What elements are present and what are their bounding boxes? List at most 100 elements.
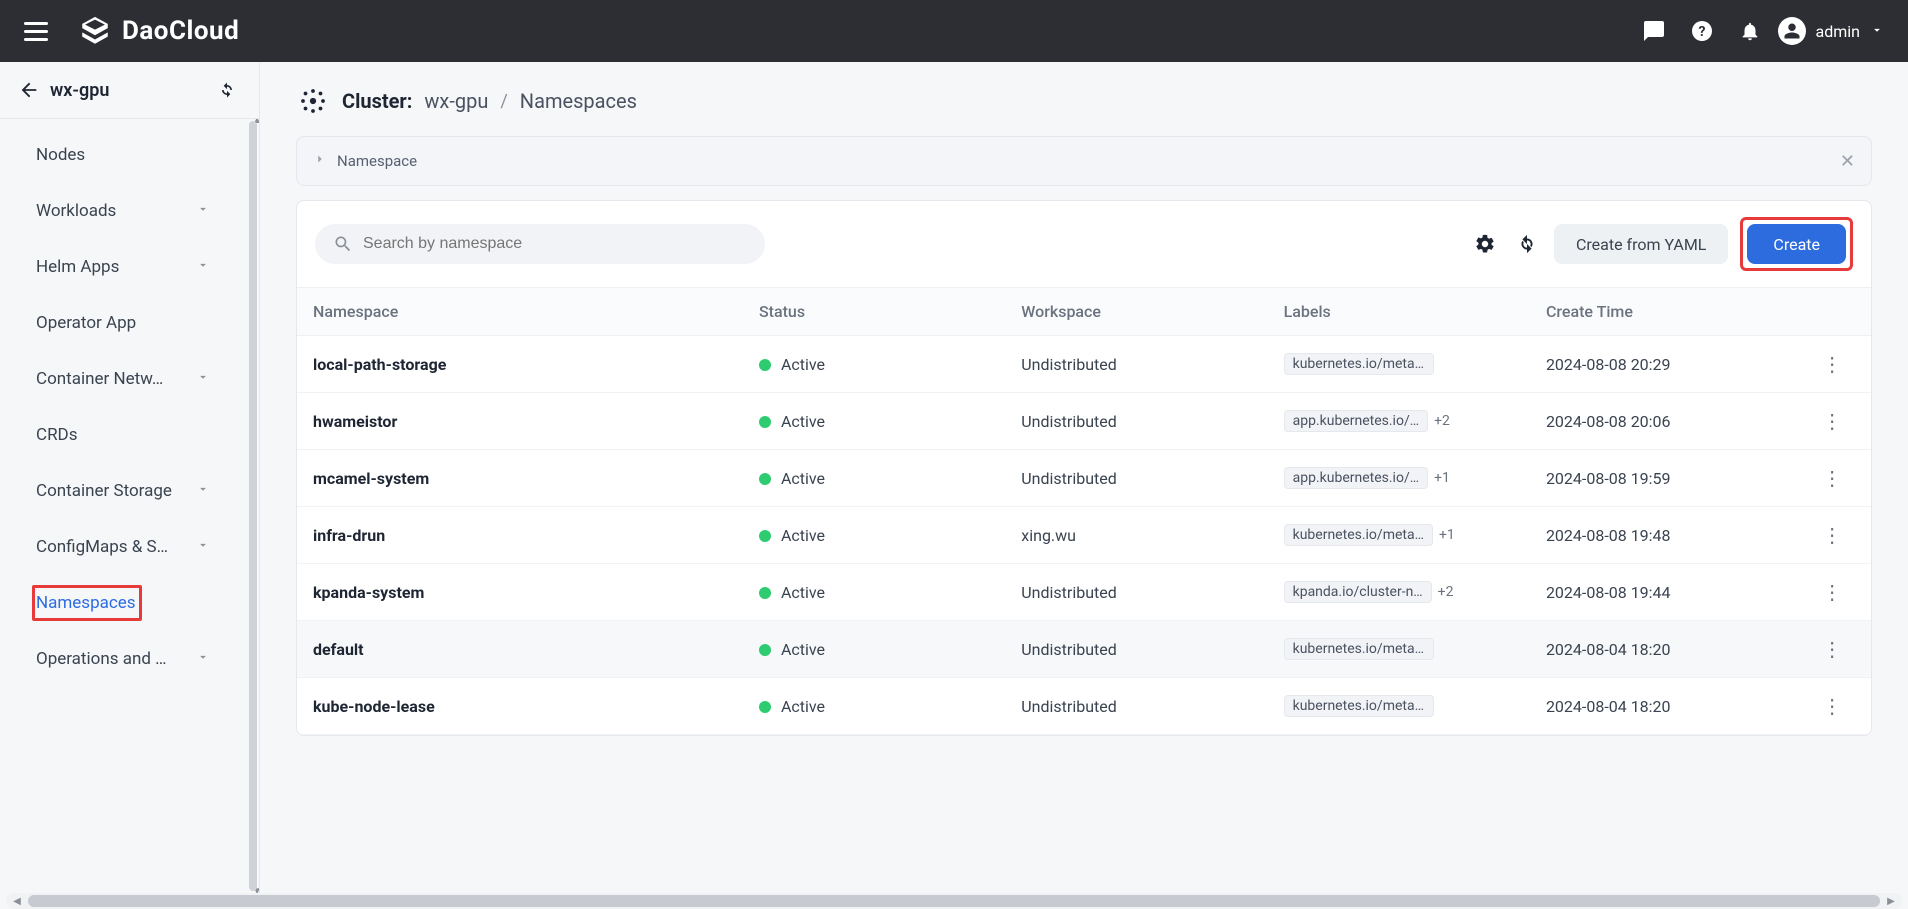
row-actions-icon[interactable]: ⋮: [1792, 678, 1871, 735]
create-button[interactable]: Create: [1747, 224, 1846, 264]
label-chip[interactable]: app.kubernetes.io/…: [1284, 467, 1428, 489]
settings-icon[interactable]: [1470, 229, 1500, 259]
table-row[interactable]: defaultActiveUndistributedkubernetes.io/…: [297, 621, 1871, 678]
chevron-right-icon[interactable]: [313, 152, 327, 170]
col-workspace: Workspace: [1005, 288, 1267, 336]
create-time-cell: 2024-08-04 18:20: [1530, 678, 1792, 735]
namespace-name[interactable]: hwameistor: [313, 412, 397, 431]
sidebar-item-label: ConfigMaps & S…: [36, 537, 168, 557]
menu-toggle-icon[interactable]: [24, 22, 48, 40]
status-text: Active: [781, 583, 825, 602]
sidebar-item-label: Namespaces: [36, 593, 136, 613]
row-actions-icon[interactable]: ⋮: [1792, 507, 1871, 564]
label-more-count[interactable]: +1: [1434, 470, 1450, 486]
table-row[interactable]: kpanda-systemActiveUndistributedkpanda.i…: [297, 564, 1871, 621]
namespace-table: Namespace Status Workspace Labels Create…: [297, 287, 1871, 735]
create-from-yaml-button[interactable]: Create from YAML: [1554, 224, 1728, 264]
table-row[interactable]: mcamel-systemActiveUndistributedapp.kube…: [297, 450, 1871, 507]
create-time-cell: 2024-08-08 19:59: [1530, 450, 1792, 507]
scroll-left-icon[interactable]: ◀: [8, 893, 26, 909]
user-menu[interactable]: admin: [1778, 17, 1884, 45]
workspace-cell: Undistributed: [1005, 393, 1267, 450]
refresh-icon[interactable]: [1512, 229, 1542, 259]
main-content: Cluster: wx-gpu / Namespaces Namespace ✕: [260, 62, 1908, 893]
row-actions-icon[interactable]: ⋮: [1792, 564, 1871, 621]
label-chip[interactable]: kubernetes.io/meta…: [1284, 524, 1433, 546]
sidebar-item-configmaps-s-[interactable]: ConfigMaps & S…: [0, 519, 232, 575]
status-text: Active: [781, 355, 825, 374]
create-time-cell: 2024-08-08 20:29: [1530, 336, 1792, 393]
namespace-name[interactable]: local-path-storage: [313, 355, 446, 374]
cluster-icon: [296, 84, 330, 118]
workspace-cell: Undistributed: [1005, 336, 1267, 393]
chevron-down-icon: [196, 201, 210, 221]
brand[interactable]: DaoCloud: [78, 14, 239, 48]
create-time-cell: 2024-08-08 20:06: [1530, 393, 1792, 450]
cluster-selector: wx-gpu: [0, 62, 259, 118]
sidebar-item-label: Container Netw…: [36, 369, 163, 389]
table-row[interactable]: hwameistorActiveUndistributedapp.kuberne…: [297, 393, 1871, 450]
status-dot-icon: [759, 701, 771, 713]
row-actions-icon[interactable]: ⋮: [1792, 450, 1871, 507]
col-create-time: Create Time: [1530, 288, 1792, 336]
sidebar-item-container-storage[interactable]: Container Storage: [0, 463, 232, 519]
row-actions-icon[interactable]: ⋮: [1792, 393, 1871, 450]
search-input[interactable]: [363, 235, 747, 253]
label-chip[interactable]: kubernetes.io/metadat…: [1284, 638, 1434, 660]
label-more-count[interactable]: +2: [1434, 413, 1450, 429]
sidebar-item-label: Workloads: [36, 201, 116, 221]
table-row[interactable]: local-path-storage Active Undistributed kub…: [297, 336, 1871, 393]
help-icon[interactable]: ?: [1682, 11, 1722, 51]
scroll-right-icon[interactable]: ▶: [1882, 893, 1900, 909]
sidebar-item-nodes[interactable]: Nodes: [0, 127, 232, 183]
create-time-cell: 2024-08-04 18:20: [1530, 621, 1792, 678]
namespace-name[interactable]: infra-drun: [313, 526, 385, 545]
col-actions: [1792, 288, 1871, 336]
sidebar-item-helm-apps[interactable]: Helm Apps: [0, 239, 232, 295]
sidebar-item-crds[interactable]: CRDs: [0, 407, 232, 463]
status-text: Active: [781, 526, 825, 545]
horizontal-scrollbar[interactable]: ◀ ▶: [6, 893, 1902, 909]
close-icon[interactable]: ✕: [1840, 151, 1855, 172]
label-chip[interactable]: app.kubernetes.io/…: [1284, 410, 1428, 432]
label-chip[interactable]: kubernetes.io/metadat…: [1284, 695, 1434, 717]
sidebar-item-workloads[interactable]: Workloads: [0, 183, 232, 239]
label-chip[interactable]: kpanda.io/cluster-n…: [1284, 581, 1432, 603]
namespace-name[interactable]: default: [313, 640, 364, 659]
namespace-name[interactable]: mcamel-system: [313, 469, 429, 488]
sidebar-item-operations-and-[interactable]: Operations and …: [0, 631, 232, 687]
label-more-count[interactable]: +1: [1439, 527, 1455, 543]
workspace-cell: xing.wu: [1005, 507, 1267, 564]
status-dot-icon: [759, 473, 771, 485]
sidebar-item-container-netw-[interactable]: Container Netw…: [0, 351, 232, 407]
namespace-name[interactable]: kpanda-system: [313, 583, 424, 602]
table-row[interactable]: infra-drun Active xing.wu kubernetes.io/met…: [297, 507, 1871, 564]
messages-icon[interactable]: [1634, 11, 1674, 51]
notifications-icon[interactable]: [1730, 11, 1770, 51]
search-box[interactable]: [315, 224, 765, 264]
table-row[interactable]: kube-node-leaseActiveUndistributedkubern…: [297, 678, 1871, 735]
row-actions-icon[interactable]: ⋮: [1792, 336, 1871, 393]
breadcrumb-cluster[interactable]: wx-gpu: [424, 89, 488, 113]
search-icon: [333, 234, 353, 254]
chevron-down-icon: [196, 537, 210, 557]
toolbar: Create from YAML Create: [297, 201, 1871, 287]
workspace-cell: Undistributed: [1005, 621, 1267, 678]
sync-icon[interactable]: [213, 80, 241, 100]
status-dot-icon: [759, 416, 771, 428]
back-icon[interactable]: [18, 79, 46, 101]
breadcrumb-page: Namespaces: [520, 89, 637, 113]
label-chip[interactable]: kubernetes.io/metadat…: [1284, 353, 1434, 375]
sidebar-item-label: CRDs: [36, 425, 77, 445]
namespace-name[interactable]: kube-node-lease: [313, 697, 435, 716]
scroll-down-icon[interactable]: ▼: [252, 886, 259, 893]
sidebar-item-operator-app[interactable]: Operator App: [0, 295, 232, 351]
status-text: Active: [781, 469, 825, 488]
sidebar-item-label: Container Storage: [36, 481, 172, 501]
sidebar-item-namespaces[interactable]: Namespaces: [0, 575, 232, 631]
row-actions-icon[interactable]: ⋮: [1792, 621, 1871, 678]
col-labels: Labels: [1268, 288, 1530, 336]
scrollbar-thumb[interactable]: [28, 895, 1880, 907]
label-more-count[interactable]: +2: [1438, 584, 1454, 600]
scroll-up-icon[interactable]: ▲: [252, 118, 259, 126]
